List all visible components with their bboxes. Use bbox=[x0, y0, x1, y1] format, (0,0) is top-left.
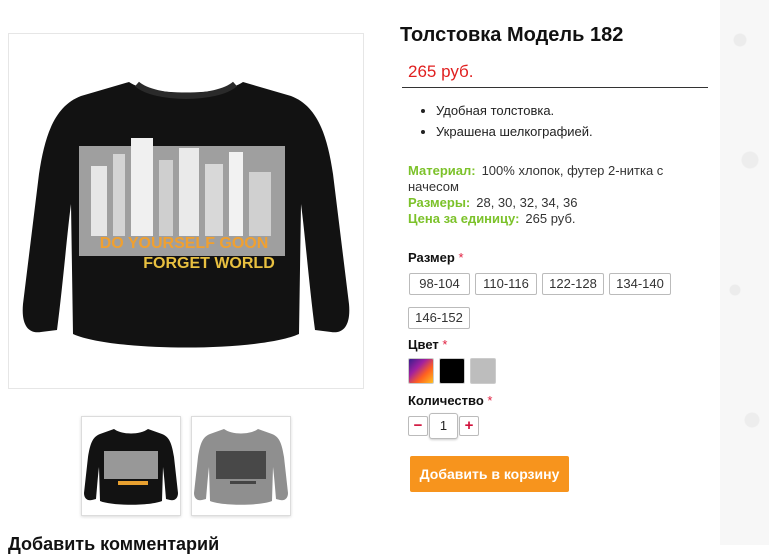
sweatshirt-black-image: DO YOURSELF GOON FORGET WORLD bbox=[22, 81, 350, 348]
color-label: Цвет * bbox=[408, 337, 447, 352]
spec-unit-price: Цена за единицу: 265 руб. bbox=[408, 211, 708, 227]
quantity-label: Количество * bbox=[408, 393, 492, 408]
quantity-input[interactable]: 1 bbox=[429, 413, 458, 439]
main-product-image[interactable]: DO YOURSELF GOON FORGET WORLD bbox=[8, 33, 364, 389]
print-text-line1: DO YOURSELF GOON bbox=[100, 235, 269, 252]
feature-item: Украшена шелкографией. bbox=[436, 121, 593, 142]
product-price: 265 руб. bbox=[408, 62, 474, 81]
product-specs: Материал: 100% хлопок, футер 2-нитка с на… bbox=[408, 163, 708, 227]
page-background-pattern bbox=[720, 0, 769, 545]
spec-material: Материал: 100% хлопок, футер 2-нитка с на… bbox=[408, 163, 708, 195]
size-label-text: Размер bbox=[408, 250, 455, 265]
size-option-146-152[interactable]: 146-152 bbox=[408, 307, 470, 329]
size-label: Размер * bbox=[408, 250, 464, 265]
feature-list: Удобная толстовка. Украшена шелкографией… bbox=[416, 100, 593, 142]
size-option-98-104[interactable]: 98-104 bbox=[409, 273, 470, 295]
price-divider bbox=[402, 87, 708, 88]
thumbnail-grey[interactable] bbox=[191, 416, 291, 516]
spec-material-label: Материал: bbox=[408, 163, 476, 178]
size-option-134-140[interactable]: 134-140 bbox=[609, 273, 671, 295]
quantity-decrease-button[interactable]: − bbox=[408, 416, 428, 436]
color-label-text: Цвет bbox=[408, 337, 439, 352]
required-mark: * bbox=[458, 250, 464, 265]
thumbnail-black[interactable] bbox=[81, 416, 181, 516]
size-option-122-128[interactable]: 122-128 bbox=[542, 273, 604, 295]
sweatshirt-black-thumb-icon bbox=[84, 429, 178, 505]
add-to-cart-button[interactable]: Добавить в корзину bbox=[410, 456, 569, 492]
color-swatch-multicolor[interactable] bbox=[408, 358, 434, 384]
spec-unit-price-label: Цена за единицу: bbox=[408, 211, 520, 226]
quantity-increase-button[interactable]: + bbox=[459, 416, 479, 436]
required-mark: * bbox=[442, 337, 448, 352]
required-mark: * bbox=[487, 393, 493, 408]
spec-sizes-value: 28, 30, 32, 34, 36 bbox=[476, 195, 578, 210]
size-option-110-116[interactable]: 110-116 bbox=[475, 273, 537, 295]
print-text-line2: FORGET WORLD bbox=[143, 255, 275, 272]
spec-sizes: Размеры: 28, 30, 32, 34, 36 bbox=[408, 195, 708, 211]
spec-unit-price-value: 265 руб. bbox=[525, 211, 576, 226]
sweatshirt-grey-thumb-icon bbox=[194, 429, 288, 505]
spec-sizes-label: Размеры: bbox=[408, 195, 471, 210]
feature-item: Удобная толстовка. bbox=[436, 100, 593, 121]
color-swatch-grey[interactable] bbox=[470, 358, 496, 384]
quantity-label-text: Количество bbox=[408, 393, 484, 408]
color-swatch-black[interactable] bbox=[439, 358, 465, 384]
product-title: Толстовка Модель 182 bbox=[400, 24, 624, 46]
